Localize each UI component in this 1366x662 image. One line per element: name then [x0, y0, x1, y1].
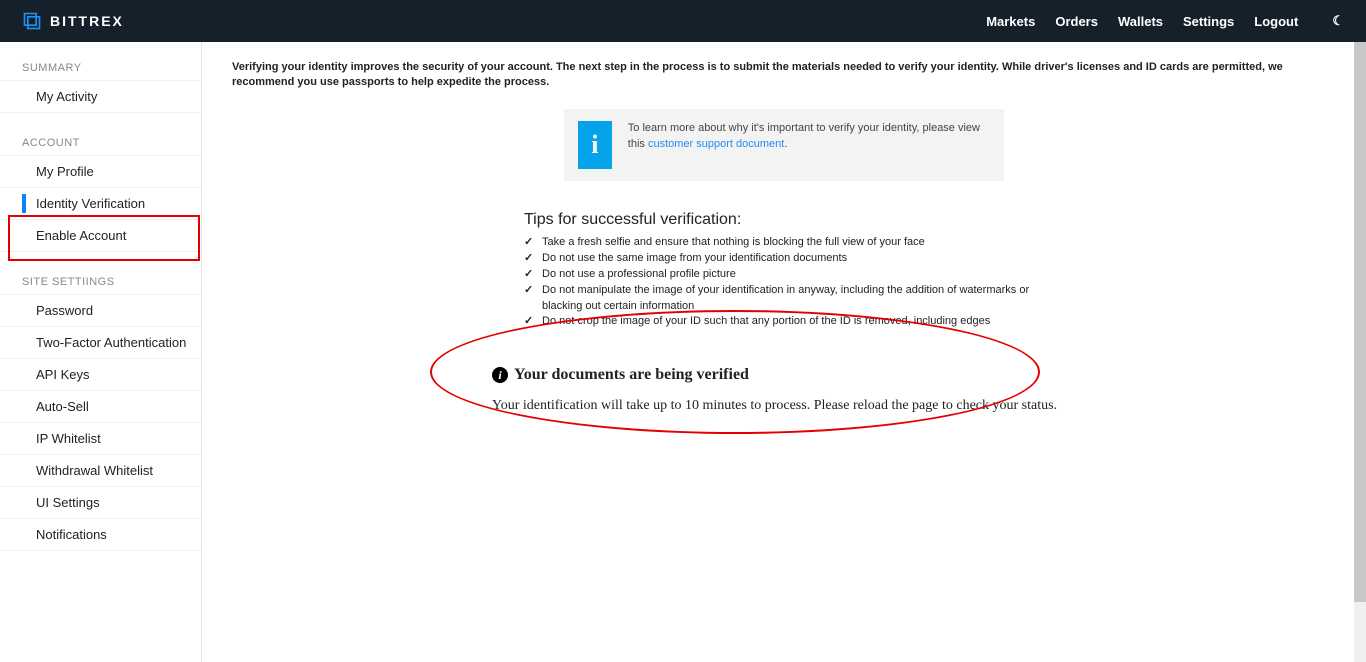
- tips-list: Take a fresh selfie and ensure that noth…: [524, 235, 1044, 331]
- intro-text: Verifying your identity improves the sec…: [232, 60, 1336, 91]
- nav-settings[interactable]: Settings: [1183, 14, 1234, 29]
- sidebar-section-summary: SUMMARY: [0, 56, 201, 80]
- sidebar-section-account: ACCOUNT: [0, 131, 201, 155]
- sidebar: SUMMARY My Activity ACCOUNT My Profile I…: [0, 42, 202, 662]
- top-nav: Markets Orders Wallets Settings Logout ☾: [986, 13, 1344, 29]
- sidebar-item-notifications[interactable]: Notifications: [0, 519, 201, 551]
- sidebar-item-ui-settings[interactable]: UI Settings: [0, 487, 201, 519]
- info-text: To learn more about why it's important t…: [628, 121, 990, 169]
- sidebar-item-api-keys[interactable]: API Keys: [0, 359, 201, 391]
- tip-item: Do not use the same image from your iden…: [524, 251, 1044, 267]
- brand-text: BITTREX: [50, 13, 124, 29]
- info-suffix: .: [784, 138, 787, 150]
- tip-item: Take a fresh selfie and ensure that noth…: [524, 235, 1044, 251]
- nav-orders[interactable]: Orders: [1055, 14, 1098, 29]
- tip-item: Do not manipulate the image of your iden…: [524, 283, 1044, 315]
- nav-wallets[interactable]: Wallets: [1118, 14, 1163, 29]
- tips-title: Tips for successful verification:: [524, 211, 1044, 229]
- sidebar-item-my-activity[interactable]: My Activity: [0, 80, 201, 113]
- status-text: Your identification will take up to 10 m…: [492, 398, 1336, 414]
- tip-item: Do not crop the image of your ID such th…: [524, 314, 1044, 330]
- sidebar-item-auto-sell[interactable]: Auto-Sell: [0, 391, 201, 423]
- sidebar-item-two-factor[interactable]: Two-Factor Authentication: [0, 327, 201, 359]
- sidebar-item-withdrawal-whitelist[interactable]: Withdrawal Whitelist: [0, 455, 201, 487]
- nav-logout[interactable]: Logout: [1254, 14, 1298, 29]
- tip-item: Do not use a professional profile pictur…: [524, 267, 1044, 283]
- dark-mode-icon[interactable]: ☾: [1332, 13, 1344, 29]
- sidebar-section-site-settings: SITE SETTIINGS: [0, 270, 201, 294]
- top-header: BITTREX Markets Orders Wallets Settings …: [0, 0, 1366, 42]
- sidebar-item-ip-whitelist[interactable]: IP Whitelist: [0, 423, 201, 455]
- sidebar-item-my-profile[interactable]: My Profile: [0, 155, 201, 188]
- content-area: Verifying your identity improves the sec…: [202, 42, 1366, 662]
- info-link[interactable]: customer support document: [648, 138, 784, 150]
- sidebar-item-password[interactable]: Password: [0, 294, 201, 327]
- brand[interactable]: BITTREX: [22, 11, 124, 31]
- main-layout: SUMMARY My Activity ACCOUNT My Profile I…: [0, 42, 1366, 662]
- status-title: Your documents are being verified: [514, 366, 749, 384]
- tips-block: Tips for successful verification: Take a…: [524, 211, 1044, 331]
- status-title-row: i Your documents are being verified: [492, 366, 1336, 384]
- info-icon: i: [578, 121, 612, 169]
- verification-status: i Your documents are being verified Your…: [492, 366, 1336, 414]
- brand-logo-icon: [22, 11, 42, 31]
- info-callout: i To learn more about why it's important…: [564, 109, 1004, 181]
- scrollbar-thumb[interactable]: [1354, 42, 1366, 602]
- nav-markets[interactable]: Markets: [986, 14, 1035, 29]
- status-info-icon: i: [492, 367, 508, 383]
- sidebar-item-identity-verification[interactable]: Identity Verification: [0, 188, 201, 220]
- sidebar-item-enable-account[interactable]: Enable Account: [0, 220, 201, 252]
